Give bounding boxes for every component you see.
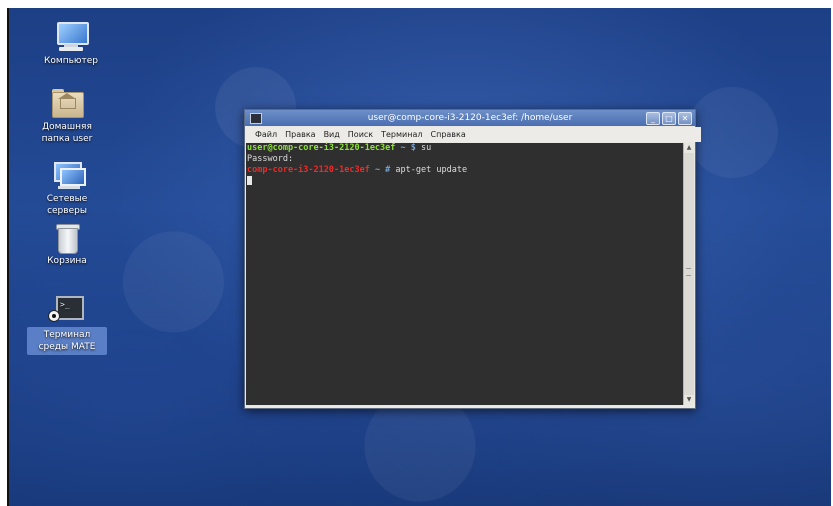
window-title: user@comp-core-i3-2120-1ec3ef: /home/use… <box>367 113 573 123</box>
window-titlebar[interactable]: user@comp-core-i3-2120-1ec3ef: /home/use… <box>245 110 695 126</box>
screen-border <box>0 0 9 506</box>
prompt-root-host: comp-core-i3-2120-1ec3ef <box>247 165 370 175</box>
desktop-icon-label: Корзина <box>47 256 87 266</box>
menu-edit[interactable]: Правка <box>281 127 319 142</box>
maximize-button[interactable]: □ <box>662 112 676 125</box>
prompt-path: ~ $ <box>395 143 421 153</box>
password-prompt: Password: <box>247 154 294 164</box>
window-controls: _ □ ✕ <box>646 112 692 125</box>
desktop-icon-label: Терминал среды MATE <box>27 327 107 355</box>
mouse-cursor-icon <box>48 310 60 322</box>
terminal-app-icon[interactable] <box>250 113 262 124</box>
menu-terminal[interactable]: Терминал <box>377 127 426 142</box>
vertical-scrollbar[interactable]: ▲ ▼ <box>683 143 694 405</box>
menu-file[interactable]: Файл <box>251 127 281 142</box>
terminal-line: comp-core-i3-2120-1ec3ef ~ # apt-get upd… <box>247 165 683 176</box>
close-button[interactable]: ✕ <box>678 112 692 125</box>
desktop-icon-network-servers[interactable]: Сетевые серверы <box>27 160 107 217</box>
home-folder-icon <box>50 88 84 118</box>
terminal-line: Password: <box>247 154 683 165</box>
terminal-window[interactable]: user@comp-core-i3-2120-1ec3ef: /home/use… <box>244 109 701 409</box>
terminal-line: user@comp-core-i3-2120-1ec3ef ~ $ su <box>247 143 683 154</box>
menu-bar: Файл Правка Вид Поиск Терминал Справка <box>245 127 701 142</box>
desktop-icon-home-folder[interactable]: Домашняя папка user <box>27 88 107 145</box>
network-servers-icon <box>50 160 86 190</box>
scroll-up-icon[interactable]: ▲ <box>684 143 694 153</box>
menu-search[interactable]: Поиск <box>344 127 377 142</box>
trash-icon <box>50 222 84 254</box>
scroll-down-icon[interactable]: ▼ <box>684 395 694 405</box>
menu-help[interactable]: Справка <box>427 127 470 142</box>
terminal-output[interactable]: user@comp-core-i3-2120-1ec3ef ~ $ su Pas… <box>246 143 683 405</box>
desktop-icon-label: Домашняя папка user <box>41 122 93 144</box>
scroll-grip[interactable] <box>686 268 691 276</box>
command-text: su <box>421 143 432 153</box>
desktop-icon-computer[interactable]: Компьютер <box>31 22 111 67</box>
terminal-line <box>247 176 683 187</box>
menu-view[interactable]: Вид <box>320 127 344 142</box>
desktop-icon-trash[interactable]: Корзина <box>27 222 107 267</box>
prompt-user: user@comp-core-i3-2120-1ec3ef <box>247 143 396 153</box>
desktop-icon-label: Сетевые серверы <box>46 194 88 216</box>
computer-icon <box>54 22 89 52</box>
prompt-path: ~ # <box>369 165 396 175</box>
minimize-button[interactable]: _ <box>646 112 660 125</box>
terminal-icon <box>48 294 84 324</box>
desktop-icon-label: Компьютер <box>44 56 98 66</box>
text-cursor <box>247 176 252 185</box>
desktop-icon-mate-terminal[interactable]: Терминал среды MATE <box>27 294 107 355</box>
command-text: apt-get update <box>395 165 468 175</box>
